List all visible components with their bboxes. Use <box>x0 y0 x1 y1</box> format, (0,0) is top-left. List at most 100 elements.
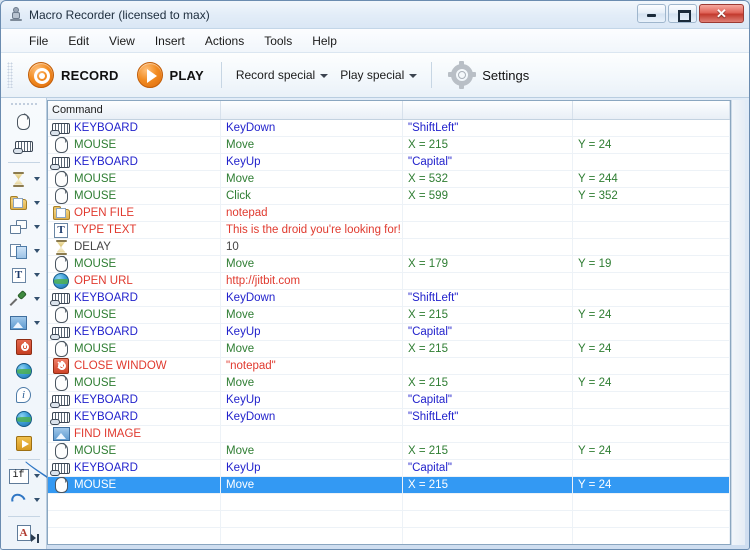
command-icon-slot <box>52 273 70 289</box>
table-row[interactable]: MOUSEClickX = 599Y = 352 <box>48 188 730 205</box>
table-row[interactable]: MOUSEMoveX = 532Y = 244 <box>48 171 730 188</box>
chevron-down-icon[interactable] <box>32 297 42 301</box>
table-row-empty[interactable] <box>48 511 730 528</box>
cell-param-1 <box>403 426 573 442</box>
cell-param-2 <box>573 239 730 255</box>
chevron-down-icon[interactable] <box>32 273 42 277</box>
table-row[interactable]: MOUSEMoveX = 215Y = 24 <box>48 137 730 154</box>
commands-panel: Command KEYBOARDKeyDown"ShiftLeft"MOUSEM… <box>47 98 749 550</box>
vertical-scrollbar[interactable] <box>731 100 745 545</box>
column-header-param1[interactable] <box>403 101 573 119</box>
sidebar-item-mouse[interactable] <box>2 110 46 134</box>
menu-item-edit[interactable]: Edit <box>58 31 99 51</box>
sidebar-item-keyboard[interactable] <box>2 134 46 158</box>
sidebar-item-pick-color[interactable] <box>2 287 46 311</box>
table-row-empty[interactable] <box>48 494 730 511</box>
cell-param-2: Y = 352 <box>573 188 730 204</box>
table-row[interactable]: KEYBOARDKeyUp"Capital" <box>48 460 730 477</box>
sidebar-item-delay[interactable] <box>2 167 46 191</box>
sidebar-item-window[interactable] <box>2 215 46 239</box>
column-header-command[interactable]: Command <box>48 101 221 119</box>
cell-param-1: X = 215 <box>403 443 573 459</box>
table-row-empty[interactable] <box>48 528 730 544</box>
cell-param-2 <box>573 324 730 340</box>
command-icon-slot <box>52 427 70 441</box>
chevron-down-icon[interactable] <box>32 321 42 325</box>
play-button[interactable]: PLAY <box>128 59 213 91</box>
sidebar-item-loop[interactable] <box>2 488 46 512</box>
chevron-down-icon[interactable] <box>32 201 42 205</box>
close-button[interactable]: ✕ <box>699 4 744 23</box>
sidebar-expand-button[interactable] <box>28 531 42 545</box>
cell-empty <box>48 494 221 510</box>
table-row[interactable]: FIND IMAGE <box>48 426 730 443</box>
cell-param-1: "Capital" <box>403 392 573 408</box>
command-label: KEYBOARD <box>74 326 138 338</box>
column-header-action[interactable] <box>221 101 403 119</box>
cell-action: KeyUp <box>221 460 403 476</box>
sidebar-grip[interactable] <box>10 102 38 107</box>
table-row[interactable]: KEYBOARDKeyUp"Capital" <box>48 324 730 341</box>
table-row[interactable]: MOUSEMoveX = 215Y = 24 <box>48 443 730 460</box>
table-row[interactable]: KEYBOARDKeyUp"Capital" <box>48 154 730 171</box>
chevron-down-icon[interactable] <box>32 177 42 181</box>
sidebar-item-type-text[interactable]: T <box>2 263 46 287</box>
table-row[interactable]: MOUSEMoveX = 215Y = 24 <box>48 375 730 392</box>
table-row[interactable]: KEYBOARDKeyUp"Capital" <box>48 392 730 409</box>
sidebar-item-clipboard[interactable] <box>2 239 46 263</box>
cell-param-2: Y = 24 <box>573 477 730 493</box>
table-row[interactable]: TTYPE TEXTThis is the droid you're looki… <box>48 222 730 239</box>
settings-button[interactable]: Settings <box>440 59 538 91</box>
mouse-icon <box>55 188 68 204</box>
command-label: FIND IMAGE <box>74 428 141 440</box>
table-row[interactable]: DELAY10 <box>48 239 730 256</box>
chevron-down-icon[interactable] <box>32 474 42 478</box>
menu-item-actions[interactable]: Actions <box>195 31 254 51</box>
chevron-down-icon[interactable] <box>32 498 42 502</box>
cell-empty <box>221 494 403 510</box>
table-row[interactable]: OPEN FILEnotepad <box>48 205 730 222</box>
table-row[interactable]: MOUSEMoveX = 215Y = 24 <box>48 341 730 358</box>
command-icon-slot <box>52 123 70 134</box>
if-icon: if <box>9 469 29 484</box>
cell-command: KEYBOARD <box>48 460 221 476</box>
sidebar-item-message-box[interactable]: i <box>2 383 46 407</box>
table-row[interactable]: ✕CLOSE WINDOW"notepad" <box>48 358 730 375</box>
minimize-button[interactable] <box>637 4 666 23</box>
table-row[interactable]: KEYBOARDKeyDown"ShiftLeft" <box>48 409 730 426</box>
keyboard-icon <box>52 463 70 474</box>
menu-item-view[interactable]: View <box>99 31 145 51</box>
sidebar-item-open-url[interactable] <box>2 359 46 383</box>
sidebar-item-find-image[interactable] <box>2 311 46 335</box>
cell-empty <box>403 528 573 544</box>
table-row[interactable]: KEYBOARDKeyDown"ShiftLeft" <box>48 290 730 307</box>
table-row[interactable]: MOUSEMoveX = 215Y = 24 <box>48 477 730 494</box>
menu-item-insert[interactable]: Insert <box>145 31 195 51</box>
table-row[interactable]: OPEN URLhttp://jitbit.com <box>48 273 730 290</box>
keyboard-icon <box>52 293 70 304</box>
column-header-param2[interactable] <box>573 101 730 119</box>
record-button[interactable]: RECORD <box>19 59 128 91</box>
command-label: MOUSE <box>74 479 116 491</box>
menu-item-help[interactable]: Help <box>302 31 347 51</box>
sidebar-item-open-file[interactable] <box>2 191 46 215</box>
command-label: MOUSE <box>74 258 116 270</box>
chevron-down-icon[interactable] <box>32 249 42 253</box>
chevron-down-icon[interactable] <box>32 225 42 229</box>
cell-param-1: X = 599 <box>403 188 573 204</box>
table-row[interactable]: MOUSEMoveX = 179Y = 19 <box>48 256 730 273</box>
menu-item-file[interactable]: File <box>19 31 58 51</box>
table-row[interactable]: KEYBOARDKeyDown"ShiftLeft" <box>48 120 730 137</box>
sidebar-item-run-program[interactable] <box>2 431 46 455</box>
play-special-button[interactable]: Play special <box>334 64 423 86</box>
menu-item-tools[interactable]: Tools <box>254 31 302 51</box>
record-special-button[interactable]: Record special <box>230 64 334 86</box>
cell-param-2 <box>573 120 730 136</box>
cell-empty <box>221 528 403 544</box>
cell-action: KeyDown <box>221 409 403 425</box>
maximize-button[interactable] <box>668 4 697 23</box>
sidebar-item-shutdown[interactable] <box>2 335 46 359</box>
toolbar-grip[interactable] <box>7 62 13 88</box>
sidebar-item-web-action[interactable] <box>2 407 46 431</box>
table-row[interactable]: MOUSEMoveX = 215Y = 24 <box>48 307 730 324</box>
